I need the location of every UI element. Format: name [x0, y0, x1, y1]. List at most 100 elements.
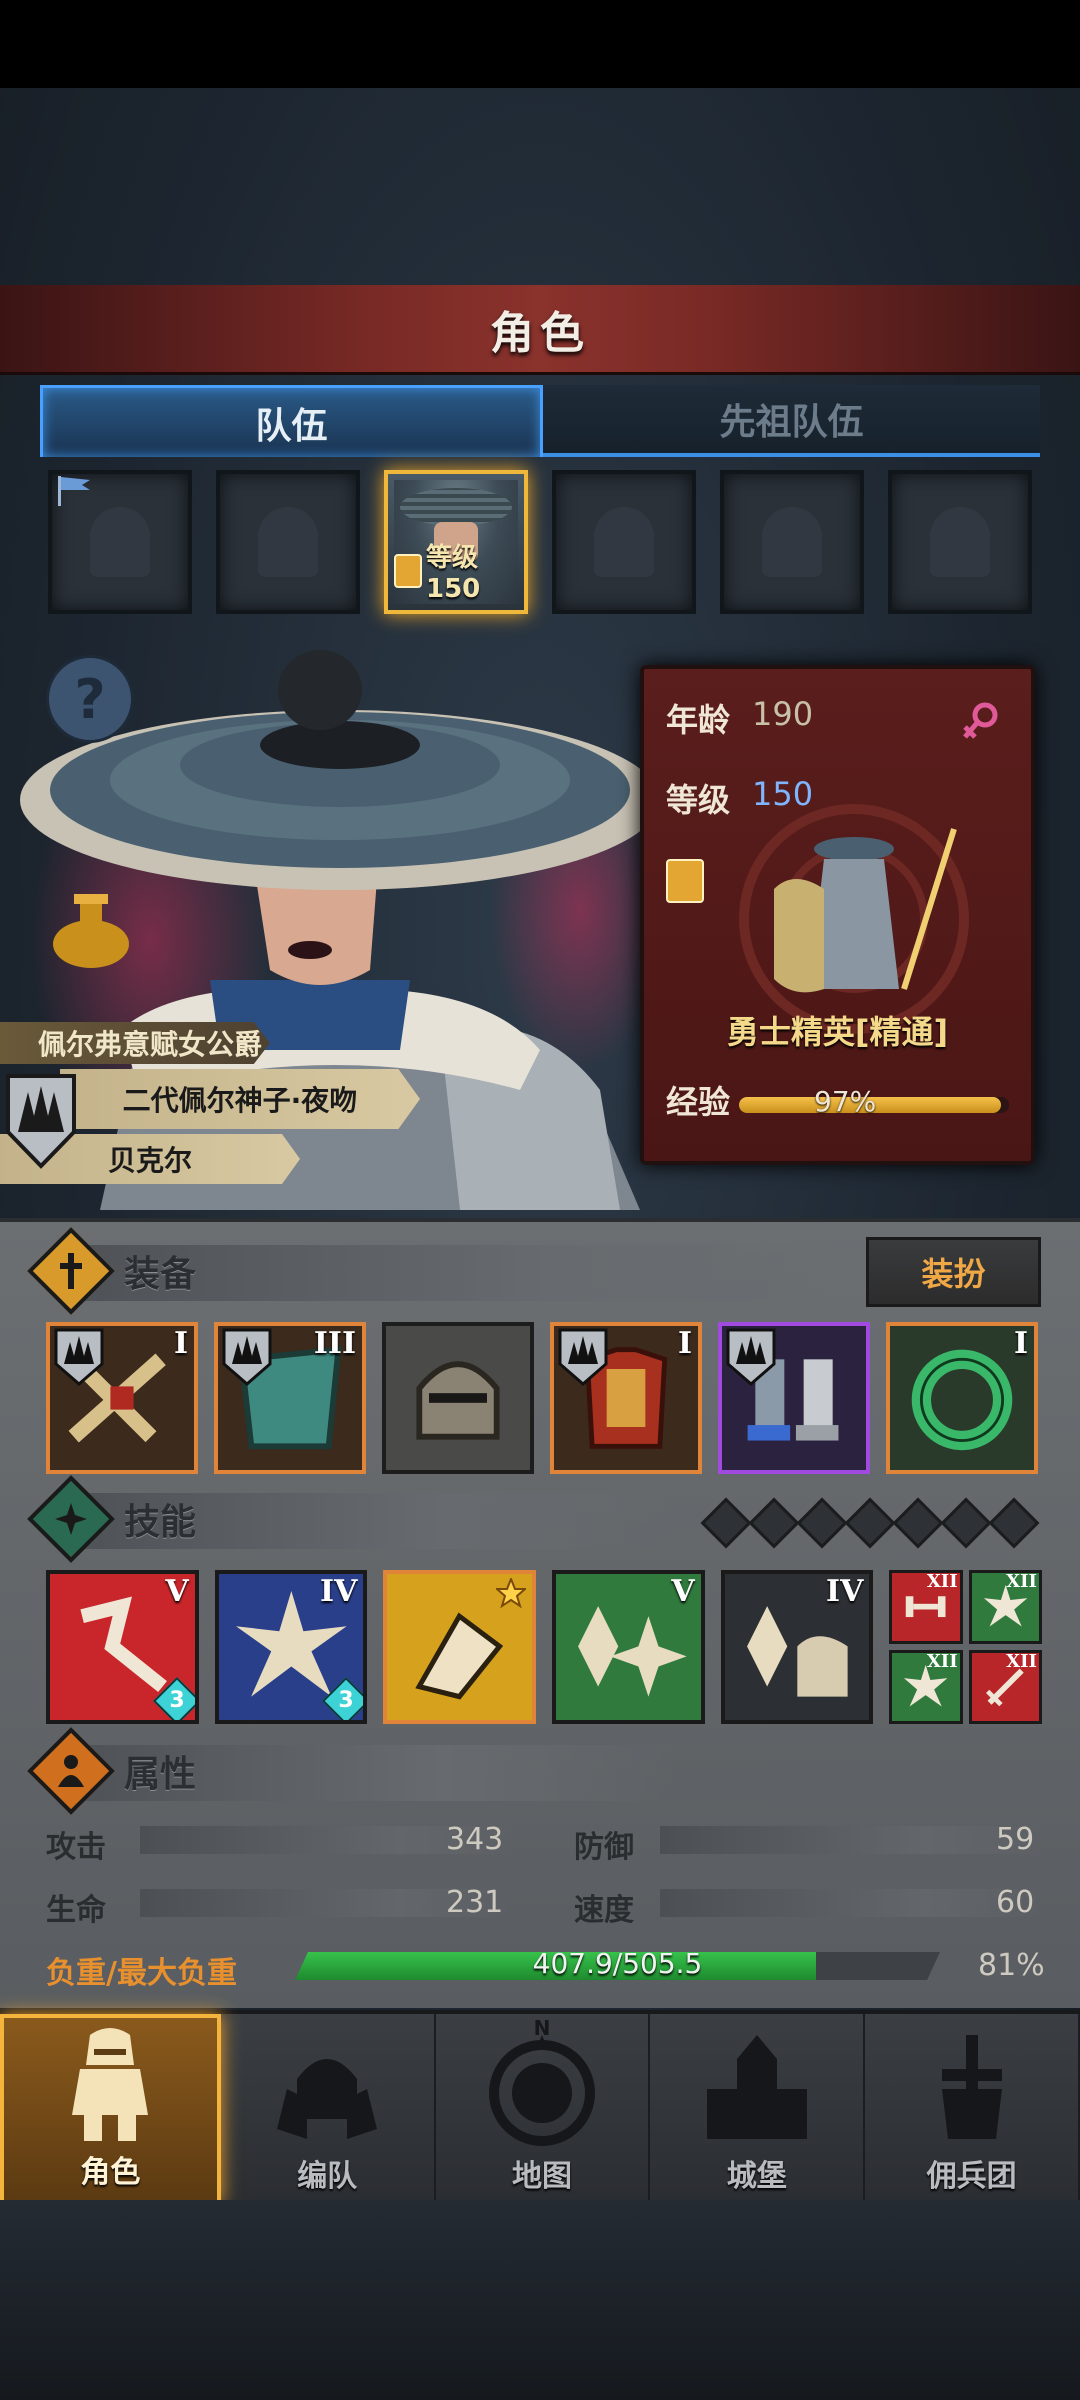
- skill-tier: IV: [320, 1574, 358, 1609]
- rank-badge-icon: [666, 859, 704, 903]
- load-percent: 81%: [978, 1948, 1045, 1983]
- team-slot-4[interactable]: [552, 470, 696, 614]
- equip-tier: I: [1013, 1326, 1028, 1361]
- speed-label: 速度: [574, 1893, 634, 1928]
- age-row: 年龄 190: [666, 695, 813, 741]
- nav-mercenary[interactable]: 佣兵团: [865, 2014, 1080, 2205]
- passive-skills-grid: XII XII XII XII: [889, 1570, 1042, 1724]
- nav-label: 地图: [511, 2159, 572, 2194]
- skill-tier: V: [165, 1574, 189, 1609]
- passive-skill-3[interactable]: XII: [889, 1650, 963, 1724]
- equip-shield-slot[interactable]: III: [214, 1322, 366, 1474]
- team-tabs: 队伍 先祖队伍: [40, 385, 1040, 457]
- passive-skill-2[interactable]: XII: [968, 1570, 1042, 1644]
- skill-tier: IV: [826, 1574, 864, 1609]
- hero-epithet: 二代佩尔神子·夜吻: [60, 1069, 420, 1129]
- load-value: 407.9/505.5: [532, 1947, 703, 1980]
- skill-charge-count: 3: [338, 1688, 354, 1713]
- defense-label: 防御: [574, 1830, 634, 1865]
- person-icon: [27, 1727, 115, 1815]
- empty-slot-icon: [930, 507, 990, 577]
- hat-shape: [400, 488, 512, 526]
- empty-slot-icon: [762, 507, 822, 577]
- tab-team[interactable]: 队伍: [40, 385, 543, 457]
- exp-row: 经验: [666, 1077, 730, 1123]
- empty-slot-icon: [90, 507, 150, 577]
- equipment-row: I III I I: [46, 1322, 1042, 1474]
- passive-skill-1[interactable]: XII: [889, 1570, 963, 1644]
- team-slot-2[interactable]: [216, 470, 360, 614]
- equip-tier: I: [677, 1326, 692, 1361]
- gem-slot-icon: [748, 1497, 800, 1549]
- defense-value: 59: [996, 1822, 1035, 1857]
- team-slot-5[interactable]: [720, 470, 864, 614]
- knight-icon: [72, 2028, 149, 2141]
- nav-character[interactable]: 角色: [0, 2014, 221, 2205]
- gem-slot-icon: [700, 1497, 752, 1549]
- slot-level: 等级150: [394, 537, 524, 604]
- equip-boots-slot[interactable]: [718, 1322, 870, 1474]
- attributes-header: 属性: [27, 1727, 196, 1815]
- attr-bar: [660, 1826, 1040, 1854]
- rank-badge-icon: [394, 553, 422, 588]
- skill-2[interactable]: IV 3: [214, 1570, 368, 1724]
- nav-castle[interactable]: 城堡: [650, 2014, 866, 2205]
- team-slot-6[interactable]: [888, 470, 1032, 614]
- tab-ancestor-team[interactable]: 先祖队伍: [543, 385, 1040, 457]
- equip-tier: I: [173, 1326, 188, 1361]
- helmet-group-icon: [277, 2059, 378, 2139]
- skill-5[interactable]: IV: [720, 1570, 874, 1724]
- equip-ring-slot[interactable]: I: [886, 1322, 1038, 1474]
- status-bar: [0, 0, 1080, 88]
- equip-helmet-slot[interactable]: [382, 1322, 534, 1474]
- slot-level-text: 等级150: [425, 543, 481, 604]
- faction-crest-icon: [222, 1328, 272, 1386]
- gem-slot-icon: [796, 1497, 848, 1549]
- star-icon: [496, 1578, 527, 1608]
- skill-1[interactable]: V 3: [46, 1570, 199, 1724]
- exp-label: 经验: [666, 1083, 731, 1121]
- skill-tier: V: [671, 1574, 695, 1609]
- page-title: 角色: [490, 307, 590, 359]
- team-slot-1[interactable]: [48, 470, 192, 614]
- equip-tier: III: [313, 1326, 356, 1361]
- compass-north-label: N: [533, 2016, 551, 2040]
- skill-tier: XII: [1006, 1571, 1037, 1592]
- skill-tier: XII: [1006, 1651, 1037, 1672]
- team-slot-3-selected[interactable]: 等级150: [384, 470, 528, 614]
- bottom-nav: 角色 编队 N 地图 城堡 佣兵团: [0, 2010, 1080, 2205]
- skills-header: 技能: [27, 1475, 197, 1563]
- help-button[interactable]: ?: [46, 655, 134, 743]
- fist-sword-icon: [941, 2035, 1002, 2139]
- nav-label: 编队: [297, 2159, 358, 2194]
- equip-weapon-slot[interactable]: I: [46, 1322, 198, 1474]
- dress-up-button[interactable]: 装扮: [866, 1237, 1041, 1307]
- question-icon: ?: [74, 667, 106, 731]
- compass-map-icon: [488, 2035, 595, 2146]
- passive-skill-4[interactable]: XII: [968, 1650, 1042, 1724]
- helmet-icon: [416, 1361, 500, 1440]
- nav-formation[interactable]: 编队: [221, 2014, 436, 2205]
- speed-value: 60: [996, 1885, 1035, 1920]
- hero-info-card: 年龄 190 等级 150 勇士精英[精通] 经验 97%: [640, 665, 1035, 1165]
- skill-3[interactable]: [383, 1570, 537, 1724]
- equip-armor-slot[interactable]: I: [550, 1322, 702, 1474]
- flag-icon: [58, 476, 90, 506]
- team-slots: 等级150: [48, 470, 1038, 615]
- hero-name-tags: 佩尔弗意赋女公爵 二代佩尔神子·夜吻 贝克尔: [0, 1022, 430, 1192]
- empty-slot-icon: [258, 507, 318, 577]
- equipment-header: 装备: [27, 1227, 197, 1315]
- faction-crest-icon: [6, 1074, 76, 1169]
- hero-title: 佩尔弗意赋女公爵: [0, 1022, 270, 1064]
- skill-4[interactable]: V: [552, 1570, 705, 1724]
- potion-bag-icon[interactable]: [46, 890, 136, 970]
- skill-tier: XII: [926, 1651, 958, 1672]
- nav-map[interactable]: N 地图: [436, 2014, 651, 2205]
- nav-label: 城堡: [726, 2159, 787, 2194]
- level-label: 等级: [666, 781, 731, 819]
- nav-label: 佣兵团: [926, 2159, 1017, 2194]
- equipment-title: 装备: [124, 1254, 197, 1295]
- skills-title: 技能: [124, 1502, 197, 1543]
- age-value: 190: [752, 695, 814, 733]
- faction-crest-icon: [726, 1328, 776, 1386]
